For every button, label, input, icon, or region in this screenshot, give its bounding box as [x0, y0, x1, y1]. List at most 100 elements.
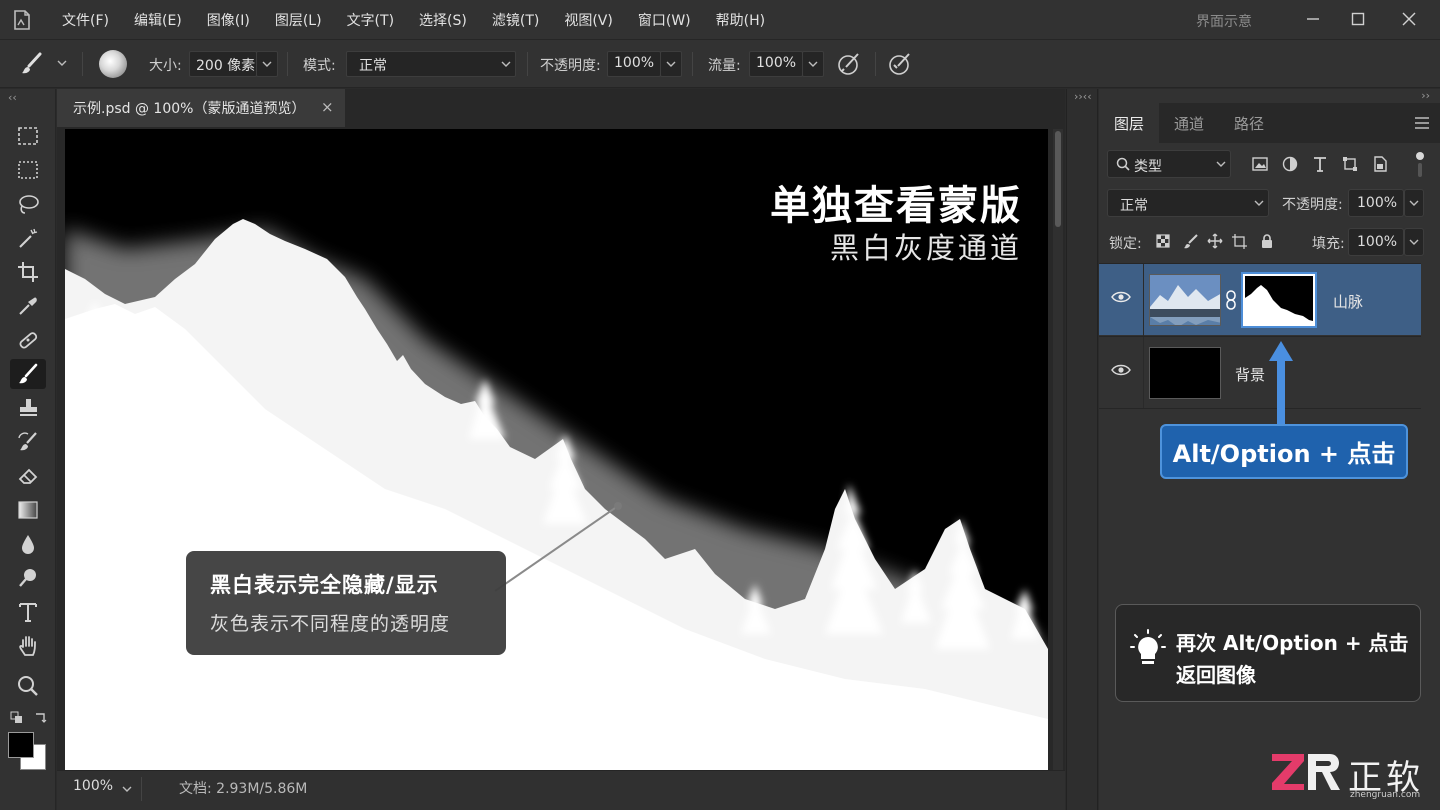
eraser-tool-icon[interactable] [10, 461, 46, 491]
zoom-level-value: 100% [73, 778, 114, 794]
tip-line-1: 再次 Alt/Option + 点击 [1176, 631, 1409, 655]
swap-colors-icon[interactable] [34, 710, 48, 728]
clone-stamp-tool-icon[interactable] [10, 393, 46, 423]
brand-url: zhengruan.com [1350, 790, 1421, 800]
brush-tool-icon[interactable] [10, 359, 46, 389]
menu-window[interactable]: 窗口(W) [638, 10, 691, 30]
minimize-button[interactable] [1298, 6, 1328, 32]
canvas-vertical-scrollbar[interactable] [1053, 129, 1063, 770]
options-bar: 大小: 200 像素 模式: 正常 不透明度: 100% 流量: 100% [0, 40, 1440, 88]
marquee-alt-tool-icon[interactable] [10, 155, 46, 185]
fill-label: 填充: [1312, 236, 1345, 252]
flow-field[interactable]: 100% [749, 51, 803, 77]
tab-layers[interactable]: 图层 [1099, 103, 1159, 143]
gradient-tool-icon[interactable] [10, 495, 46, 525]
expand-panels-icon[interactable]: ››‹‹ [1074, 90, 1092, 103]
menu-select[interactable]: 选择(S) [419, 10, 467, 30]
brand-logo-icon [1272, 754, 1340, 790]
menu-image[interactable]: 图像(I) [207, 10, 250, 30]
lock-transparent-pixels-icon[interactable] [1155, 233, 1171, 253]
menu-view[interactable]: 视图(V) [564, 10, 613, 30]
default-colors-icon[interactable] [10, 711, 24, 729]
tab-paths[interactable]: 路径 [1219, 103, 1279, 143]
brush-tip-preview[interactable] [99, 50, 127, 78]
menu-type[interactable]: 文字(T) [347, 10, 394, 30]
pressure-size-icon[interactable] [887, 51, 913, 81]
lock-all-icon[interactable] [1259, 233, 1275, 253]
chevron-down-icon[interactable] [56, 57, 68, 73]
arrow-up-icon [1269, 341, 1293, 427]
menu-filter[interactable]: 滤镜(T) [492, 10, 539, 30]
collapse-panel-icon[interactable]: ›› [1421, 89, 1430, 102]
opacity-dropdown-button[interactable] [660, 51, 682, 77]
chevron-down-icon[interactable] [121, 784, 133, 800]
size-field[interactable]: 200 像素 [189, 51, 257, 77]
menu-layer[interactable]: 图层(L) [275, 10, 322, 30]
menu-help[interactable]: 帮助(H) [716, 10, 765, 30]
layer-row-mountains[interactable]: 山脉 [1099, 263, 1421, 336]
callout-line-2: 灰色表示不同程度的透明度 [210, 613, 451, 635]
lock-position-icon[interactable] [1207, 233, 1223, 253]
workspace-label[interactable]: 界面示意 [1196, 11, 1252, 31]
type-tool-icon[interactable] [10, 597, 46, 627]
foreground-color-swatch[interactable] [8, 732, 34, 758]
magic-wand-tool-icon[interactable] [10, 223, 46, 253]
panel-menu-icon[interactable] [1414, 116, 1430, 134]
lasso-tool-icon[interactable] [10, 189, 46, 219]
callout-anchor-dot [614, 502, 622, 510]
opacity-field[interactable]: 100% [607, 51, 661, 77]
divider [1143, 264, 1144, 336]
close-tab-icon[interactable]: × [321, 98, 334, 116]
lock-artboard-icon[interactable] [1231, 233, 1247, 253]
maximize-button[interactable] [1343, 6, 1373, 32]
layer-opacity-field[interactable]: 100% [1348, 189, 1404, 217]
healing-brush-tool-icon[interactable] [10, 325, 46, 355]
airbrush-icon[interactable] [836, 51, 862, 81]
eye-icon[interactable] [1111, 363, 1131, 381]
close-window-button[interactable] [1394, 6, 1424, 32]
blur-tool-icon[interactable] [10, 529, 46, 559]
tab-channels[interactable]: 通道 [1159, 103, 1219, 143]
zoom-tool-icon[interactable] [10, 671, 46, 701]
size-dropdown-button[interactable] [256, 51, 278, 77]
crop-tool-icon[interactable] [10, 257, 46, 287]
filter-toggle-switch[interactable] [1416, 152, 1424, 160]
mode-select[interactable]: 正常 [346, 51, 516, 77]
chevron-down-icon [1408, 237, 1420, 253]
eye-icon[interactable] [1111, 290, 1131, 308]
shape-layer-filter-icon[interactable] [1341, 155, 1359, 177]
layer-thumbnail-background[interactable] [1149, 347, 1221, 399]
hand-tool-icon[interactable] [10, 631, 46, 661]
document-tab[interactable]: 示例.psd @ 100%（蒙版通道预览） × [57, 89, 345, 127]
mask-preview-canvas[interactable]: 单独查看蒙版 黑白灰度通道 黑白表示完全隐藏/显示 灰色表示不同程度的透明度 [65, 129, 1048, 770]
lock-image-pixels-icon[interactable] [1183, 233, 1199, 253]
chain-link-icon[interactable] [1225, 290, 1237, 314]
history-brush-tool-icon[interactable] [10, 427, 46, 457]
divider [692, 52, 693, 76]
brush-preset-icon[interactable] [20, 52, 46, 80]
menu-file[interactable]: 文件(F) [62, 10, 109, 30]
flow-dropdown-button[interactable] [802, 51, 824, 77]
blend-mode-select[interactable]: 正常 [1107, 189, 1269, 217]
layer-name-mountains[interactable]: 山脉 [1333, 291, 1363, 312]
callout-line-1: 黑白表示完全隐藏/显示 [210, 573, 439, 597]
layer-row-background[interactable]: 背景 [1099, 336, 1421, 409]
scrollbar-thumb[interactable] [1055, 131, 1061, 227]
menu-edit[interactable]: 编辑(E) [134, 10, 182, 30]
adjustment-layer-filter-icon[interactable] [1281, 155, 1299, 177]
layer-mask-thumbnail[interactable] [1241, 272, 1317, 328]
type-layer-filter-icon[interactable] [1311, 155, 1329, 177]
app-logo-icon[interactable] [0, 0, 44, 40]
eyedropper-tool-icon[interactable] [10, 291, 46, 321]
fill-field[interactable]: 100% [1348, 228, 1404, 256]
collapse-panel-icon[interactable]: ‹‹ [8, 91, 17, 104]
layer-thumbnail-mountains[interactable] [1149, 274, 1221, 326]
dodge-tool-icon[interactable] [10, 563, 46, 593]
marquee-tool-icon[interactable] [10, 121, 46, 151]
smart-object-filter-icon[interactable] [1371, 155, 1389, 177]
document-size-info: 文档: 2.93M/5.86M [179, 781, 308, 797]
layer-name-background[interactable]: 背景 [1235, 364, 1265, 385]
lightbulb-icon [1130, 629, 1166, 673]
opacity-label: 不透明度: [540, 58, 601, 74]
pixel-layer-filter-icon[interactable] [1251, 155, 1269, 177]
